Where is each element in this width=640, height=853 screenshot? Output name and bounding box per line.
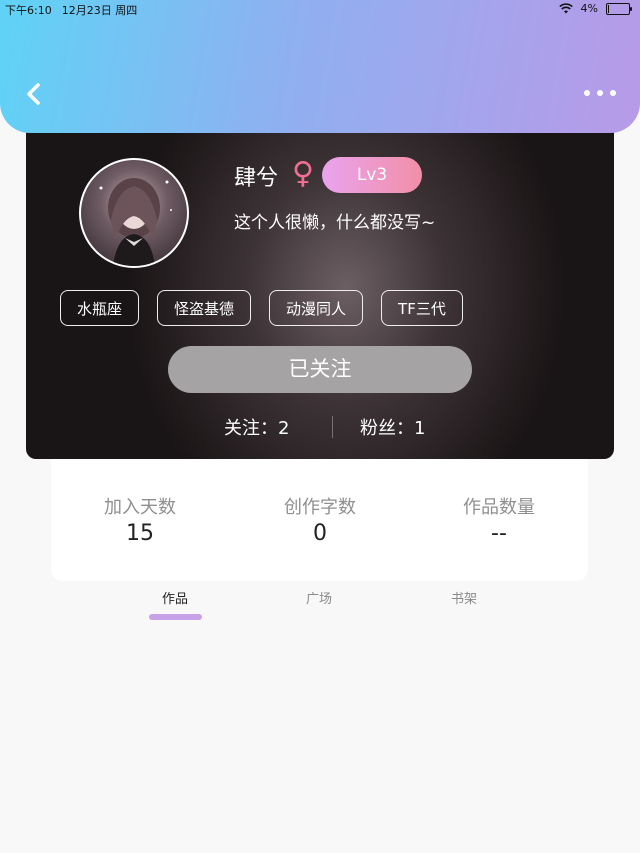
status-time: 下午6:10 bbox=[5, 4, 52, 17]
female-gender-icon: ♀ bbox=[292, 156, 314, 191]
stat-value: -- bbox=[491, 521, 507, 546]
stat-join-days: 加入天数 15 bbox=[60, 493, 220, 546]
follow-button[interactable]: 已关注 bbox=[168, 346, 472, 393]
battery-percent: 4% bbox=[580, 2, 598, 15]
stat-value: 15 bbox=[126, 521, 154, 546]
divider bbox=[332, 416, 333, 438]
following-count[interactable]: 关注：2 bbox=[224, 414, 289, 440]
tab-shelf[interactable]: 书架 bbox=[451, 588, 477, 607]
tab-indicator bbox=[149, 614, 202, 620]
status-bar: 下午6:10 12月23日 周四 4% bbox=[0, 0, 640, 18]
tag-item[interactable]: 水瓶座 bbox=[60, 290, 140, 326]
tab-plaza[interactable]: 广场 bbox=[306, 588, 332, 607]
status-date: 12月23日 周四 bbox=[61, 4, 138, 17]
avatar-illustration bbox=[99, 178, 172, 266]
back-button[interactable] bbox=[20, 80, 48, 108]
bio-text: 这个人很懒，什么都没写~ bbox=[234, 213, 436, 233]
username: 肆兮 bbox=[234, 166, 279, 191]
tag-item[interactable]: 怪盗基德 bbox=[157, 290, 252, 326]
stat-label: 创作字数 bbox=[284, 497, 356, 518]
battery-icon bbox=[606, 2, 632, 15]
avatar[interactable] bbox=[79, 158, 189, 268]
more-button[interactable] bbox=[584, 90, 616, 96]
wifi-icon bbox=[558, 3, 573, 14]
stat-word-count: 创作字数 0 bbox=[240, 493, 400, 546]
stat-works-count: 作品数量 -- bbox=[419, 493, 579, 546]
follow-stats: 关注：2 粉丝：1 bbox=[26, 412, 614, 442]
tag-item[interactable]: TF三代 bbox=[381, 290, 463, 326]
level-badge: Lv3 bbox=[322, 157, 422, 193]
stats-card: 加入天数 15 创作字数 0 作品数量 -- bbox=[51, 459, 588, 581]
tag-item[interactable]: 动漫同人 bbox=[269, 290, 364, 326]
chevron-left-icon bbox=[27, 83, 40, 105]
stat-value: 0 bbox=[313, 521, 327, 546]
tab-works[interactable]: 作品 bbox=[162, 588, 188, 607]
stat-label: 作品数量 bbox=[463, 497, 535, 518]
stat-label: 加入天数 bbox=[104, 497, 176, 518]
fans-count[interactable]: 粉丝：1 bbox=[360, 414, 425, 440]
tab-bar: 作品 广场 书架 bbox=[0, 588, 640, 628]
header-bar: 下午6:10 12月23日 周四 4% bbox=[0, 0, 640, 133]
profile-card: 肆兮 ♀ Lv3 这个人很懒，什么都没写~ 水瓶座 怪盗基德 动漫同人 TF三代… bbox=[26, 118, 614, 459]
tag-list: 水瓶座 怪盗基德 动漫同人 TF三代 bbox=[60, 290, 463, 326]
more-dots-icon bbox=[584, 90, 590, 96]
